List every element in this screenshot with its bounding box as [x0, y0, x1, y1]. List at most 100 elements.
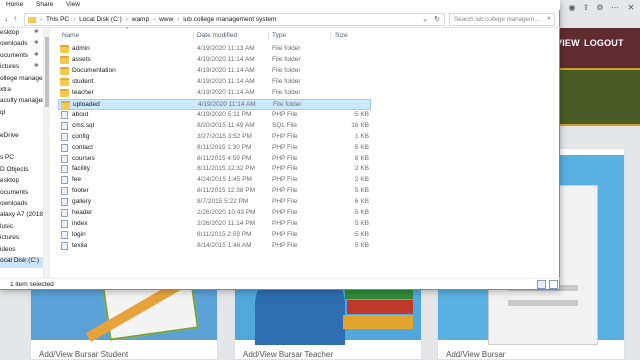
file-date: 2/26/2020 11:14 PM	[197, 220, 256, 228]
crumb-project-folder[interactable]: iub college management system	[183, 16, 276, 23]
file-type: File folder	[273, 100, 302, 108]
sidebar-item[interactable]: ocuments ✱	[0, 51, 43, 63]
file-icon	[61, 209, 68, 218]
file-date: 8/11/2015 12:32 PM	[197, 165, 256, 173]
file-row[interactable]: contact 8/11/2015 1:30 PM PHP File 5 KB	[58, 143, 371, 154]
file-date: 2/26/2020 10:43 PM	[197, 209, 256, 217]
address-bar[interactable]: › This PC › Local Disk (C:) › wamp › www…	[24, 13, 445, 26]
file-row[interactable]: config 3/27/2015 3:52 PM PHP File 1 KB	[58, 132, 371, 143]
sidebar-item[interactable]	[0, 143, 43, 154]
file-date: 8/20/2015 11:49 AM	[197, 121, 255, 129]
sidebar-item[interactable]: alaxy A7 (2018)	[0, 211, 43, 222]
sidebar-item[interactable]: ictures	[0, 234, 43, 245]
settings-icon[interactable]: ⚙	[595, 3, 605, 13]
back-arrow-icon[interactable]: ↓	[4, 14, 8, 23]
file-type: PHP File	[272, 231, 298, 239]
file-size: 6 KB	[354, 198, 369, 206]
column-divider[interactable]	[268, 31, 269, 40]
sidebar-item[interactable]: ownloads	[0, 200, 43, 211]
sidebar-item[interactable]: D Objects	[0, 166, 43, 177]
sidebar-item[interactable]: lusic	[0, 222, 43, 234]
up-arrow-icon[interactable]: ↑	[13, 14, 17, 23]
file-row[interactable]: facility 8/11/2015 12:32 PM PHP File 2 KB	[58, 164, 371, 175]
more-icon[interactable]: ⋯	[610, 3, 620, 13]
refresh-icon[interactable]: ↻	[434, 15, 440, 23]
sidebar-item[interactable]: xtra	[0, 86, 43, 97]
file-name: cms.sql	[72, 121, 95, 129]
file-row[interactable]: fee 4/24/2015 1:45 PM PHP File 2 KB	[58, 175, 371, 186]
file-type: File folder	[272, 66, 301, 74]
file-name: student	[72, 77, 94, 85]
column-name-header[interactable]: Name	[62, 32, 79, 39]
sidebar-item[interactable]: ownloads ✱	[0, 40, 43, 51]
file-icon	[61, 121, 68, 130]
crumb-this-pc[interactable]: This PC	[46, 16, 69, 23]
file-row[interactable]: texila 8/14/2015 1:46 AM PHP File 5 KB	[58, 241, 371, 252]
search-input[interactable]: Search iub college managem... ⌕	[449, 13, 555, 26]
nav-logout-link[interactable]: LOGOUT	[584, 38, 624, 48]
sidebar-item[interactable]: ocal Disk (C:)	[0, 257, 43, 268]
file-row[interactable]: header 2/26/2020 10:43 PM PHP File 5 KB	[58, 208, 371, 219]
file-type: PHP File	[272, 209, 298, 217]
chevron-down-icon[interactable]: ⌄	[422, 15, 428, 23]
crumb-www[interactable]: www	[159, 16, 173, 23]
sidebar-item[interactable]: esktop ✱	[0, 29, 43, 40]
tab-view[interactable]: View	[66, 1, 80, 8]
column-divider[interactable]	[193, 31, 194, 40]
file-row[interactable]: uploaded 4/19/2020 11:14 AM File folder	[58, 98, 371, 110]
sidebar-item-label: lusic	[0, 222, 14, 230]
sidebar-item[interactable]: ocuments	[0, 189, 43, 200]
sidebar-item-label: ocuments	[0, 51, 29, 59]
file-row[interactable]: courses 8/11/2015 4:59 PM PHP File 8 KB	[58, 154, 371, 165]
large-icons-view-icon[interactable]	[549, 280, 558, 289]
file-row[interactable]: about 4/19/2020 5:11 PM PHP File 5 KB	[58, 110, 371, 121]
tab-home[interactable]: Home	[6, 1, 23, 8]
file-row[interactable]: footer 8/11/2015 12:38 PM PHP File 5 KB	[58, 186, 371, 197]
sidebar-item[interactable]: eDrive	[0, 132, 43, 143]
column-type-header[interactable]: Type	[272, 32, 286, 39]
sidebar-item[interactable]: ictures ✱	[0, 63, 43, 74]
sidebar-item[interactable]	[0, 120, 43, 131]
sidebar-item[interactable]: ollege managem	[0, 75, 43, 86]
file-name: contact	[72, 143, 93, 151]
tab-share[interactable]: Share	[36, 1, 53, 8]
file-row[interactable]: login 8/11/2015 2:59 PM PHP File 5 KB	[58, 230, 371, 241]
scrollbar-thumb[interactable]	[45, 37, 49, 107]
close-icon[interactable]: ✕	[626, 3, 636, 13]
file-type: PHP File	[272, 110, 298, 118]
camera-icon[interactable]: ◉	[567, 3, 577, 13]
file-row[interactable]: index 2/26/2020 11:14 PM PHP File 5 KB	[58, 219, 371, 230]
chevron-right-icon: ›	[40, 16, 42, 23]
file-type: PHP File	[272, 165, 298, 173]
sidebar-item[interactable]: aculty managem	[0, 97, 43, 108]
file-row[interactable]: cms.sql 8/20/2015 11:49 AM SQL File 16 KB	[58, 121, 371, 132]
sidebar-scrollbar[interactable]	[44, 28, 50, 278]
file-row[interactable]: student 4/19/2020 11:14 AM File folder	[58, 77, 371, 88]
sidebar-item[interactable]: s PC	[0, 154, 43, 165]
file-date: 8/11/2015 4:59 PM	[197, 154, 252, 162]
file-name: admin	[72, 45, 90, 52]
crumb-local-disk[interactable]: Local Disk (C:)	[79, 16, 122, 23]
crumb-wamp[interactable]: wamp	[132, 16, 149, 23]
sort-up-icon: ^	[126, 27, 129, 33]
share-icon[interactable]: ⇪	[581, 3, 591, 13]
card-caption: Add/View Bursar	[446, 350, 506, 359]
sidebar-item[interactable]: ql	[0, 109, 43, 120]
file-row[interactable]: teacher 4/19/2020 11:14 AM File folder	[58, 88, 371, 99]
column-divider[interactable]	[330, 31, 331, 40]
folder-icon	[60, 77, 69, 86]
file-name: assets	[72, 55, 91, 63]
card-caption: Add/View Bursar Teacher	[243, 350, 333, 359]
details-view-icon[interactable]	[537, 280, 546, 289]
file-row[interactable]: gallery 8/7/2015 5:22 PM PHP File 6 KB	[58, 197, 371, 208]
column-size-header[interactable]: Size	[335, 32, 348, 39]
file-row[interactable]: Documentation 4/19/2020 11:14 AM File fold…	[58, 66, 371, 77]
column-date-header[interactable]: Date modified	[197, 32, 237, 39]
file-type: PHP File	[272, 132, 298, 140]
file-date: 4/19/2020 11:14 AM	[197, 66, 255, 74]
file-row[interactable]: admin 4/19/2020 11:13 AM File folder	[58, 44, 371, 55]
sidebar-item[interactable]: ideos	[0, 246, 43, 257]
search-placeholder: Search iub college managem...	[454, 16, 540, 23]
file-row[interactable]: assets 4/19/2020 11:14 AM File folder	[58, 55, 371, 66]
sidebar-item[interactable]: esktop	[0, 177, 43, 188]
